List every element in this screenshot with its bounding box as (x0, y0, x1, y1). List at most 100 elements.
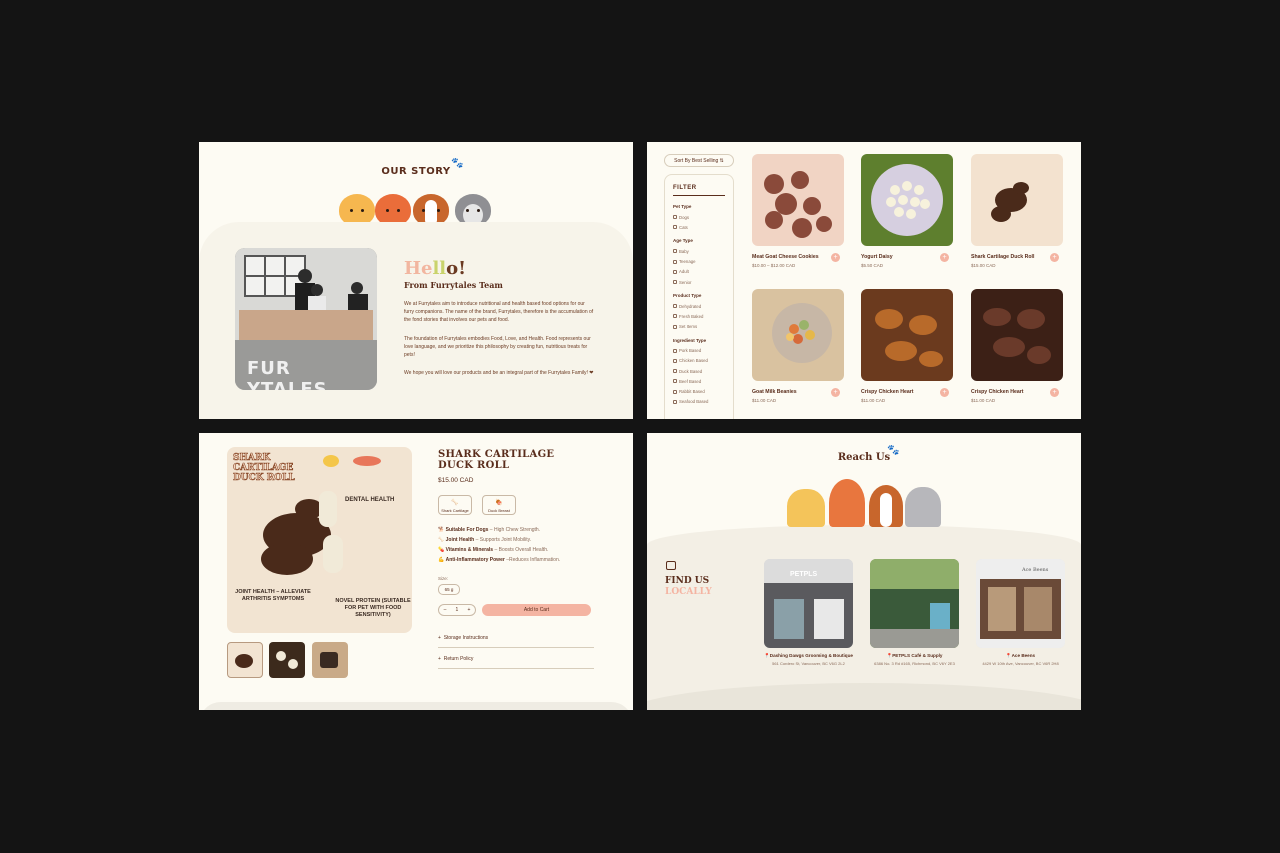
checkbox[interactable] (673, 389, 677, 394)
filter-option[interactable]: Chicken Based (673, 356, 725, 366)
variant-duck-breast[interactable]: 🍖 Duck Breast (482, 495, 516, 515)
filter-option[interactable]: Beef Based (673, 376, 725, 386)
checkbox[interactable] (673, 399, 677, 404)
add-to-cart-icon[interactable]: + (1050, 253, 1059, 262)
add-to-cart-button[interactable]: Add to Cart (482, 604, 591, 616)
accordion-storage[interactable]: + Storage Instructions (438, 635, 594, 648)
filter-option[interactable]: Adult (673, 267, 725, 277)
add-to-cart-icon[interactable]: + (940, 253, 949, 262)
add-to-cart-icon[interactable]: + (1050, 388, 1059, 397)
product-name[interactable]: Shark Cartilage Duck Roll (971, 254, 1041, 261)
shop-icon (666, 561, 676, 570)
product-image[interactable] (861, 289, 953, 381)
pet-illustrations (337, 190, 497, 226)
benefit-item: 🦴 Joint Health – Supports Joint Mobility… (438, 537, 532, 543)
store-name[interactable]: 📍PETPLS Café & Supply (870, 653, 959, 659)
product-price: $11.00 CAD (752, 398, 777, 403)
store-image[interactable]: PETPLS (764, 559, 853, 648)
sort-dropdown[interactable]: Sort By Best Selling ⇅ (664, 154, 734, 167)
story-paragraph-2: The foundation of Furrytales embodies Fo… (404, 336, 591, 358)
product-title: SHARK CARTILAGE DUCK ROLL (438, 449, 555, 471)
product-name[interactable]: Yogurt Daisy (861, 254, 931, 261)
product-price: $10.00 – $12.00 CAD (752, 263, 796, 268)
product-name[interactable]: Crispy Chicken Heart (971, 389, 1041, 396)
store-name[interactable]: 📍Ace Beens (976, 653, 1065, 659)
filter-option[interactable]: Baby (673, 246, 725, 256)
reach-title: Reach Us (837, 452, 891, 463)
product-image[interactable] (971, 154, 1063, 246)
product-name[interactable]: Meat Goat Cheese Cookies (752, 254, 822, 261)
filter-option[interactable]: Duck Based (673, 366, 725, 376)
filter-option[interactable]: Senior (673, 277, 725, 287)
checkbox[interactable] (673, 379, 677, 384)
qty-plus-button[interactable]: + (467, 607, 470, 613)
banner-text: FUR YTALES (247, 358, 328, 390)
product-card[interactable]: Crispy Chicken Heart $11.00 CAD + (861, 289, 953, 403)
checkbox[interactable] (673, 324, 677, 329)
thumbnail-3[interactable] (312, 642, 348, 678)
checkbox[interactable] (673, 280, 677, 285)
product-card[interactable]: Crispy Chicken Heart $11.00 CAD + (971, 289, 1063, 403)
add-to-cart-icon[interactable]: + (831, 253, 840, 262)
store-card[interactable]: Ace Beens 📍Ace Beens 4429 W 10th Ave, Va… (976, 559, 1065, 666)
cat-illustration (787, 489, 825, 527)
filter-option[interactable]: Cats (673, 222, 725, 232)
qty-minus-button[interactable]: – (444, 607, 447, 613)
product-name[interactable]: Crispy Chicken Heart (861, 389, 931, 396)
product-card[interactable]: Yogurt Daisy $5.50 CAD + (861, 154, 953, 268)
store-card[interactable]: 📍PETPLS Café & Supply 6386 No. 3 Rd #165… (870, 559, 959, 666)
checkbox[interactable] (673, 358, 677, 363)
product-price: $15.00 CAD (438, 477, 474, 484)
filter-option[interactable]: Fresh Baked (673, 311, 725, 321)
checkbox[interactable] (673, 314, 677, 319)
product-detail-panel: SHARK CARTILAGE DUCK ROLL DENTAL HEALTH … (199, 433, 633, 710)
filter-title: FILTER (673, 185, 725, 196)
checkbox[interactable] (673, 215, 677, 220)
quantity-stepper: – 1 + (438, 604, 476, 616)
add-to-cart-icon[interactable]: + (940, 388, 949, 397)
product-image[interactable] (861, 154, 953, 246)
plus-icon: + (438, 635, 441, 641)
store-address: 4429 W 10th Ave, Vancouver, BC V6R 2H8 (982, 661, 1059, 666)
checkbox[interactable] (673, 269, 677, 274)
filter-option[interactable]: Seafood Based (673, 397, 725, 407)
filter-option[interactable]: Dogs (673, 212, 725, 222)
filter-option[interactable]: Pork Based (673, 346, 725, 356)
checkbox[interactable] (673, 369, 677, 374)
store-name[interactable]: 📍Dashing Dawgs Grooming & Boutique (764, 653, 853, 659)
product-card[interactable]: Goat Milk Beanies $11.00 CAD + (752, 289, 844, 403)
checkbox[interactable] (673, 225, 677, 230)
product-price: $11.00 CAD (861, 398, 886, 403)
product-image[interactable] (752, 154, 844, 246)
checkbox[interactable] (673, 259, 677, 264)
add-to-cart-icon[interactable]: + (831, 388, 840, 397)
thumbnail-2[interactable] (269, 642, 305, 678)
checkbox[interactable] (673, 348, 677, 353)
filter-group-ingredient-type: Ingredient Type Pork Based Chicken Based… (673, 338, 725, 407)
filter-option[interactable]: Set Items (673, 322, 725, 332)
filter-option[interactable]: Dehydrated (673, 301, 725, 311)
checkbox[interactable] (673, 304, 677, 309)
store-image[interactable] (870, 559, 959, 648)
product-image[interactable] (971, 289, 1063, 381)
product-name[interactable]: Goat Milk Beanies (752, 389, 822, 396)
filter-option[interactable]: Teenage (673, 257, 725, 267)
checkbox[interactable] (673, 249, 677, 254)
variant-shark-cartilage[interactable]: 🦴 Shark Cartilage (438, 495, 472, 515)
product-price: $15.00 CAD (971, 263, 996, 268)
store-card[interactable]: PETPLS 📍Dashing Dawgs Grooming & Boutiqu… (764, 559, 853, 666)
filter-group-product-type: Product Type Dehydrated Fresh Baked Set … (673, 293, 725, 332)
product-card[interactable]: Meat Goat Cheese Cookies $10.00 – $12.00… (752, 154, 844, 268)
filter-option[interactable]: Rabbit Based (673, 386, 725, 396)
qty-value: 1 (455, 607, 459, 613)
callout-joint-health: JOINT HEALTH – ALLEVIATE ARTHRITIS SYMPT… (235, 589, 311, 602)
thumbnail-1[interactable] (227, 642, 263, 678)
product-card[interactable]: Shark Cartilage Duck Roll $15.00 CAD + (971, 154, 1063, 268)
story-paragraph-3: We hope you will love our products and b… (404, 370, 594, 376)
size-option[interactable]: 65 g (438, 584, 460, 595)
tabby-cat-illustration (905, 487, 941, 527)
meat-icon: 🍖 (495, 500, 503, 506)
accordion-return-policy[interactable]: + Return Policy (438, 656, 594, 669)
store-image[interactable]: Ace Beens (976, 559, 1065, 648)
product-image[interactable] (752, 289, 844, 381)
